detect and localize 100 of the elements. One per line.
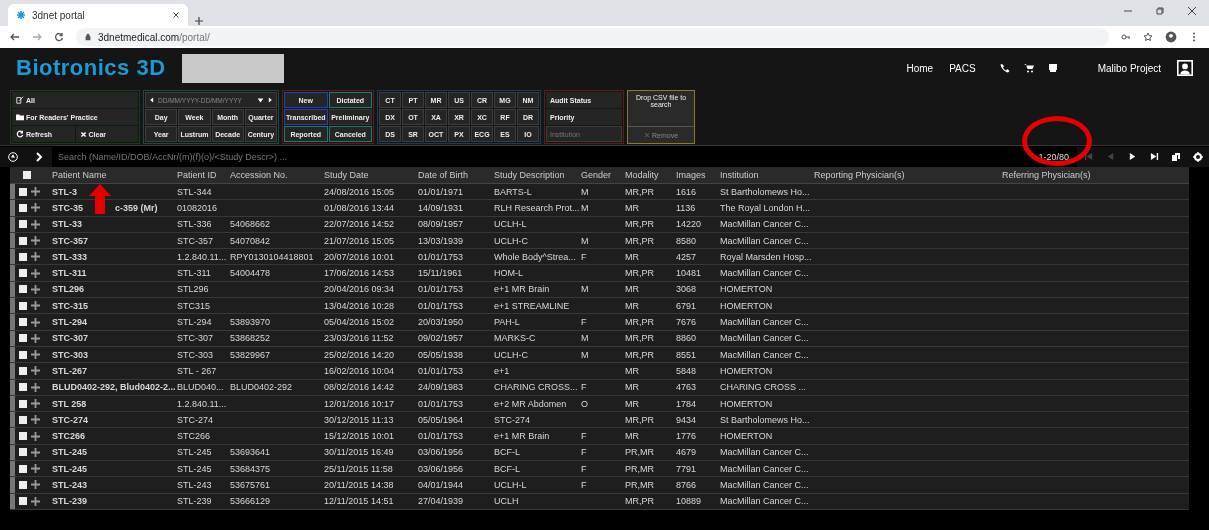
row-checkbox[interactable] xyxy=(19,334,27,343)
right-icon xyxy=(267,97,273,103)
row-checkbox[interactable] xyxy=(19,383,27,392)
row-grip[interactable] xyxy=(10,232,15,249)
table-cell-text: MR xyxy=(625,251,640,262)
plus-icon xyxy=(31,252,40,262)
table-cell-text: MR,PR xyxy=(625,333,655,344)
row-checkbox[interactable] xyxy=(19,285,27,294)
plus-icon xyxy=(31,236,40,246)
row-checkbox[interactable] xyxy=(19,448,27,457)
column-header[interactable]: Study Description xyxy=(494,170,581,180)
select-all-checkbox[interactable] xyxy=(23,171,31,179)
row-checkbox[interactable] xyxy=(19,432,27,441)
row-checkbox[interactable] xyxy=(19,203,27,212)
table-cell-text: STC-303 xyxy=(177,349,214,360)
highlight-circle xyxy=(1022,116,1092,166)
column-header[interactable]: Modality xyxy=(625,170,676,180)
row-checkbox[interactable] xyxy=(19,464,27,473)
row-checkbox[interactable] xyxy=(19,236,27,245)
table-cell-text: STL-239 xyxy=(177,496,213,507)
row-checkbox[interactable] xyxy=(19,301,27,310)
row-grip[interactable] xyxy=(10,281,15,298)
row-checkbox[interactable] xyxy=(19,415,27,424)
table-cell-text: UCLH xyxy=(494,496,520,507)
table-cell-text: Royal Marsden Hosp... xyxy=(720,251,813,262)
table-cell: STC-307 xyxy=(52,333,88,344)
logo: Biotronics 3D xyxy=(16,55,166,81)
address-bar[interactable]: 3dnetmedical.com/portal/ xyxy=(76,28,1109,46)
settings-button[interactable] xyxy=(1187,146,1209,167)
column-header[interactable]: Gender xyxy=(581,170,625,180)
row-grip[interactable] xyxy=(10,493,15,509)
row-grip[interactable] xyxy=(10,184,15,200)
row-grip[interactable] xyxy=(10,346,15,363)
table-cell-text: MR xyxy=(625,300,640,311)
column-header[interactable]: Accession No. xyxy=(230,170,324,180)
table-cell-text: UCLH-L xyxy=(494,480,528,490)
column-header[interactable]: Reporting Physician(s) xyxy=(814,170,1002,180)
table-cell-text: 14/09/1931 xyxy=(418,202,465,213)
row-checkbox[interactable] xyxy=(19,481,27,489)
row-grip[interactable] xyxy=(10,330,15,346)
row-grip[interactable] xyxy=(10,216,15,232)
row-grip[interactable] xyxy=(10,249,15,265)
row-grip[interactable] xyxy=(10,363,15,379)
plus-icon xyxy=(31,301,40,311)
table-cell-text: MacMillan Cancer C... xyxy=(720,349,810,360)
table-cell: c-359 (Mr) xyxy=(115,202,158,213)
column-header[interactable]: Study Date xyxy=(324,170,418,180)
plus-icon xyxy=(31,350,40,360)
table-cell-text: F xyxy=(581,431,588,442)
left-icon xyxy=(149,97,155,103)
table-cell-text: MR,PR xyxy=(625,414,655,425)
expand-button[interactable] xyxy=(26,146,52,167)
row-checkbox[interactable] xyxy=(19,187,27,196)
row-grip[interactable] xyxy=(10,444,15,461)
table-cell-text: UCLH-C xyxy=(494,235,529,246)
row-checkbox[interactable] xyxy=(19,366,27,375)
upload-button[interactable] xyxy=(0,146,26,167)
row-grip[interactable] xyxy=(10,477,15,493)
row-grip[interactable] xyxy=(10,200,15,216)
table-cell-text: MR,PR xyxy=(625,496,655,507)
row-grip[interactable] xyxy=(10,314,15,330)
nav-link[interactable]: PACS xyxy=(949,62,976,74)
row-checkbox[interactable] xyxy=(19,318,27,326)
row-checkbox[interactable] xyxy=(19,399,27,408)
phone-icon xyxy=(999,63,1010,73)
plus-icon xyxy=(31,268,40,278)
table-cell-text: 30/12/2015 11:13 xyxy=(324,414,395,425)
row-checkbox[interactable] xyxy=(19,252,27,261)
row-grip[interactable] xyxy=(10,298,15,314)
table-cell-text: 6791 xyxy=(676,300,698,311)
row-grip[interactable] xyxy=(10,412,15,428)
row-checkbox[interactable] xyxy=(19,220,27,229)
row-grip[interactable] xyxy=(10,428,15,444)
table-cell-text: 01/01/1753 xyxy=(418,365,465,376)
table-cell: STL-243 xyxy=(52,480,87,490)
folder-icon xyxy=(16,113,24,121)
browser-tab[interactable]: 3dnet portal xyxy=(8,4,188,26)
row-grip[interactable] xyxy=(10,461,15,477)
user-name[interactable]: Malibo Project xyxy=(1097,62,1161,74)
nav-link[interactable]: Home xyxy=(906,62,934,74)
table-cell: STL-267 xyxy=(52,365,87,376)
row-checkbox[interactable] xyxy=(19,269,27,278)
column-header[interactable]: Patient Name xyxy=(52,170,177,180)
column-header[interactable]: Institution xyxy=(720,170,814,180)
table-cell-text: 30/11/2015 16:49 xyxy=(324,447,395,458)
row-grip[interactable] xyxy=(10,265,15,281)
row-checkbox[interactable] xyxy=(19,497,27,506)
table-cell: STC-274 xyxy=(52,414,88,425)
column-header[interactable]: Referring Physician(s) xyxy=(1002,170,1187,180)
column-header[interactable]: Date of Birth xyxy=(418,170,494,180)
table-cell-text: F xyxy=(581,251,588,262)
table-cell-text: MR,PR xyxy=(625,349,655,360)
column-header[interactable]: Images xyxy=(676,170,720,180)
row-grip[interactable] xyxy=(10,395,15,412)
row-grip[interactable] xyxy=(10,379,15,395)
table-cell-text: MacMillan Cancer C... xyxy=(720,480,810,490)
table-cell-text: STC-274 xyxy=(177,414,214,425)
row-checkbox[interactable] xyxy=(19,350,27,359)
column-header[interactable]: Patient ID xyxy=(177,170,230,180)
table-cell-text: STL-294 xyxy=(177,317,213,327)
